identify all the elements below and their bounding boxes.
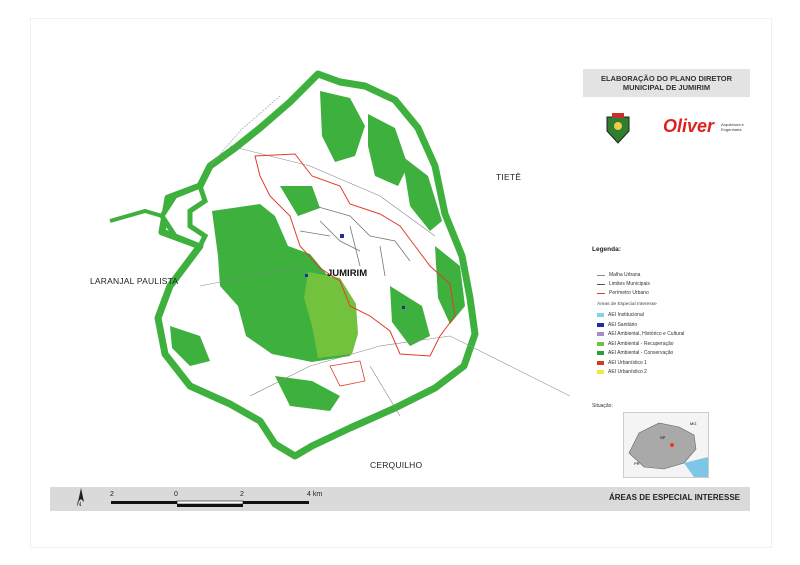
- legend-area-label: AEI Institucional: [608, 312, 644, 318]
- external-road-e: [449, 335, 571, 397]
- legend-area-label: AEI Ambiental, Histórico e Cultural: [608, 331, 685, 337]
- oliver-logo: Oliver: [663, 116, 715, 136]
- legend-area-label: AEI Urbanístico 1: [608, 359, 647, 366]
- legend-line-swatch: [597, 274, 605, 276]
- label-cerquilho: CERQUILHO: [370, 460, 423, 470]
- legend-area-item: AEI Ambiental - Conservação: [597, 350, 673, 356]
- legend-area-swatch: [597, 313, 604, 317]
- legend-area-swatch: [597, 332, 604, 336]
- legend-area-item: AEI Ambiental, Histórico e Cultural: [597, 331, 684, 337]
- legend-area-label: AEI Urbanístico 2: [608, 369, 647, 375]
- aei-sanitario-1: [340, 234, 344, 238]
- map-title: ÁREAS DE ESPECIAL INTERESSE: [609, 493, 740, 502]
- map-canvas[interactable]: TIETÊ LARANJAL PAULISTA CERQUILHO JUMIRI…: [50, 36, 580, 488]
- municipal-coat-of-arms-icon: [606, 113, 630, 144]
- legend-line-item: Malha Urbana: [597, 272, 640, 278]
- legend-area-label: AEI Ambiental - Conservação: [608, 350, 674, 356]
- legend-line-item: Limites Municipais: [597, 281, 650, 287]
- legend-line-label: Limites Municipais: [609, 281, 650, 287]
- scale-bar-graphic: [111, 500, 309, 507]
- legend-area-item: AEI Urbanístico 1: [597, 360, 647, 366]
- inset-label-pr: PR: [634, 461, 640, 466]
- legend-subtitle: Áreas de Especial Interesse: [597, 302, 657, 307]
- legend-line-swatch: [597, 292, 605, 294]
- scale-label-0: 2: [110, 491, 114, 498]
- legend-area-label: AEI Sanitário: [608, 321, 638, 328]
- north-label: N: [77, 502, 82, 508]
- logos: Oliver Arquitetura e Engenharia: [593, 111, 744, 147]
- scale-label-1: 0: [174, 491, 178, 498]
- scale-label-2: 2: [240, 491, 244, 498]
- legend-line-swatch: [597, 283, 605, 285]
- municipality-map: [109, 70, 571, 460]
- project-title-line1: ELABORAÇÃO DO PLANO DIRETOR: [600, 74, 733, 83]
- bottom-bar: N 2 0 2 4 km ÁREAS DE ESPECIAL INTERESSE: [50, 487, 750, 511]
- legend-line-label: Perímetro Urbano: [609, 290, 649, 296]
- map-panel: ELABORAÇÃO DO PLANO DIRETOR MUNICIPAL DE…: [583, 36, 750, 484]
- situacao-label: Situação:: [592, 403, 613, 409]
- legend-area-item: AEI Ambiental - Recuperação: [597, 341, 674, 347]
- oliver-logo-sub: Arquitetura e Engenharia: [721, 122, 751, 132]
- project-title-line2: MUNICIPAL DE JUMIRIM: [622, 83, 711, 92]
- logo-sub-line2: Engenharia: [721, 126, 742, 132]
- legend-area-item: AEI Institucional: [597, 312, 644, 318]
- label-jumirim: JUMIRIM: [327, 268, 368, 279]
- legend-area-swatch: [597, 351, 604, 355]
- aei-sanitario-3: [305, 274, 308, 277]
- label-tiete: TIETÊ: [496, 172, 522, 182]
- legend-line-label: Malha Urbana: [609, 272, 641, 278]
- inset-label-sp: SP: [660, 435, 666, 440]
- scale-label-3: 4 km: [307, 491, 323, 498]
- legend-area-swatch: [597, 370, 604, 374]
- river-west: [109, 208, 163, 223]
- legend-area-swatch: [597, 341, 604, 346]
- project-title-box: ELABORAÇÃO DO PLANO DIRETOR MUNICIPAL DE…: [583, 69, 750, 97]
- inset-label-mg: MG: [690, 421, 697, 426]
- legend-area-label: AEI Ambiental - Recuperação: [608, 340, 674, 347]
- aei-sanitario-2: [402, 306, 405, 309]
- label-laranjal-paulista: LARANJAL PAULISTA: [90, 276, 179, 286]
- legend-line-item: Perímetro Urbano: [597, 290, 649, 296]
- legend-area-item: AEI Sanitário: [597, 322, 637, 328]
- legend-area-swatch: [597, 360, 604, 365]
- location-inset-map: SP MG PR: [623, 412, 709, 478]
- legend-area-item: AEI Urbanístico 2: [597, 369, 647, 375]
- legend-title: Legenda:: [592, 246, 621, 253]
- legend-area-swatch: [597, 322, 604, 327]
- scale-bar: 2 0 2 4 km: [110, 491, 370, 511]
